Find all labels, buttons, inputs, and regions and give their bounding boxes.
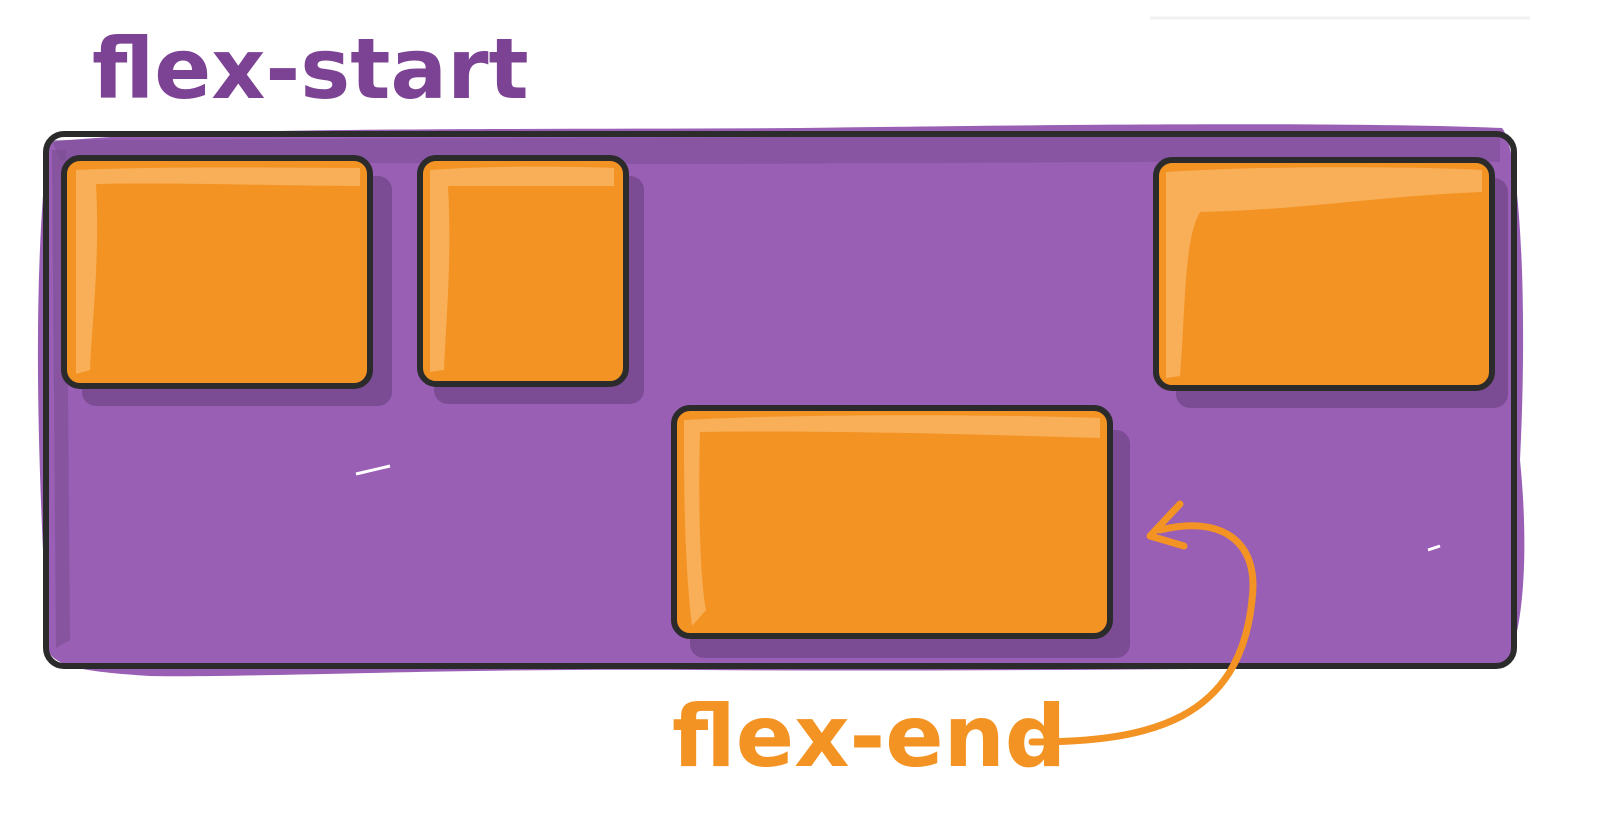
item-2-box xyxy=(417,155,629,387)
flex-item-2 xyxy=(417,155,644,404)
item-3-box xyxy=(671,405,1113,639)
callout-label: flex-end xyxy=(672,687,1066,787)
flex-diagram: flex-start flex-end xyxy=(37,16,1530,787)
title-label: flex-start xyxy=(92,20,529,118)
item-1-box xyxy=(61,155,373,389)
flex-item-1 xyxy=(61,155,392,406)
flex-item-3 xyxy=(671,405,1130,658)
flex-item-4 xyxy=(1153,157,1508,408)
